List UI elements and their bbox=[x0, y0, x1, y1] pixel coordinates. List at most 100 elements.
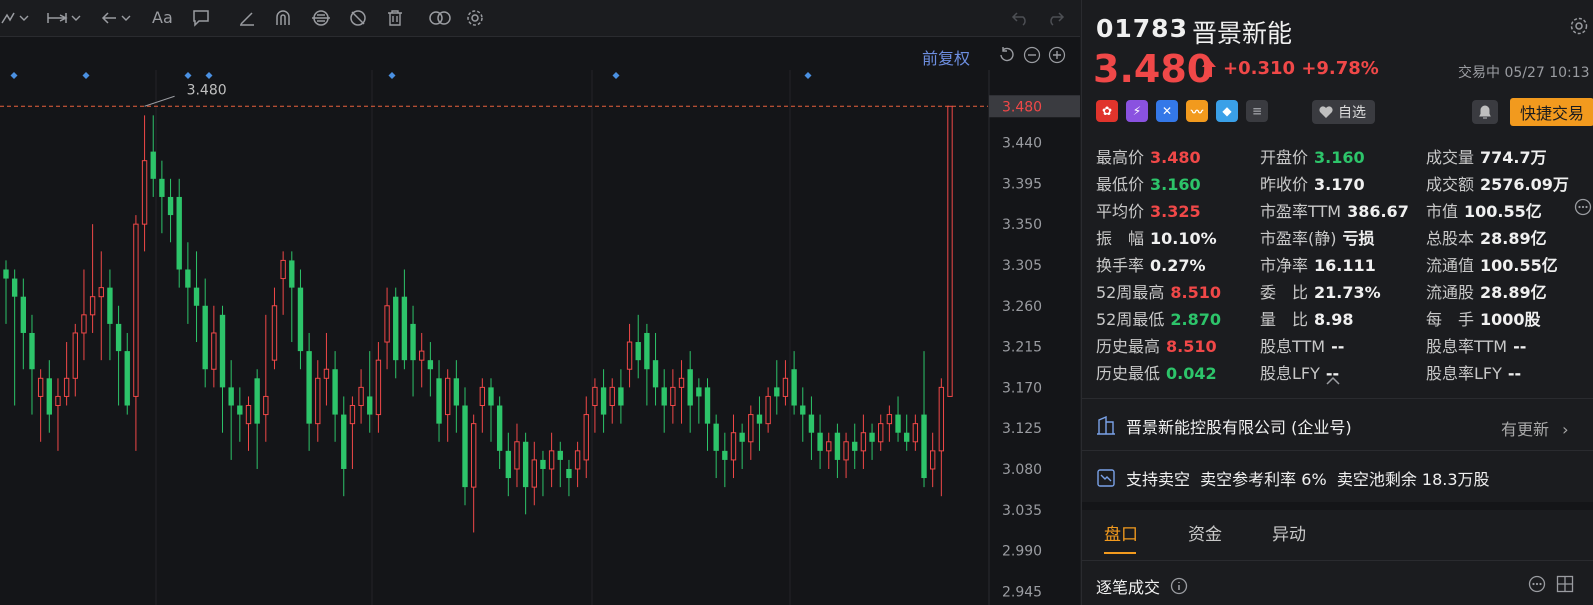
stats-row: 最高价 3.480 开盘价 3.160 成交量 774.7万 bbox=[1096, 144, 1586, 171]
stat-value: 8.510 bbox=[1166, 337, 1217, 356]
y-tick-label: 3.305 bbox=[1002, 258, 1042, 274]
measure-tool-button[interactable] bbox=[46, 8, 81, 28]
chevron-up-icon[interactable] bbox=[1325, 376, 1341, 386]
price-change: +0.310 +9.78% bbox=[1223, 58, 1379, 79]
magnet-tool-button[interactable] bbox=[274, 8, 292, 28]
candle-body bbox=[133, 223, 139, 397]
zoom-in-icon[interactable] bbox=[1048, 46, 1066, 64]
stats-row: 历史最低 0.042 股息LFY -- 股息率LFY -- bbox=[1096, 360, 1586, 387]
reset-icon[interactable] bbox=[998, 46, 1016, 64]
more-icon[interactable] bbox=[1574, 198, 1592, 216]
candle-body bbox=[921, 414, 927, 479]
stat-label: 最低价 bbox=[1096, 175, 1145, 194]
candle-body bbox=[289, 260, 295, 288]
quick-trade-button[interactable]: 快捷交易 bbox=[1510, 98, 1593, 126]
alert-button[interactable] bbox=[1472, 100, 1498, 124]
hide-drawing-button[interactable] bbox=[348, 8, 368, 28]
y-tick-label: 3.125 bbox=[1002, 421, 1042, 437]
candle-body bbox=[271, 305, 278, 361]
stat-value: 3.160 bbox=[1314, 148, 1365, 167]
stat-cell: 市净率 16.111 bbox=[1260, 252, 1376, 276]
candle-body bbox=[315, 377, 321, 425]
y-tick-label: 3.035 bbox=[1002, 503, 1042, 519]
candle-body bbox=[817, 432, 823, 451]
candle-body bbox=[514, 441, 520, 470]
tab-capital[interactable]: 资金 bbox=[1188, 520, 1222, 545]
add-watchlist-button[interactable]: 自选 bbox=[1312, 100, 1375, 124]
stat-value: 16.111 bbox=[1314, 256, 1376, 275]
company-row[interactable]: 晋景新能控股有限公司 (企业号) bbox=[1096, 414, 1352, 438]
stat-cell: 最高价 3.480 bbox=[1096, 144, 1201, 168]
candle-body bbox=[782, 377, 789, 397]
candle-body bbox=[211, 332, 217, 370]
stat-cell: 股息TTM -- bbox=[1260, 333, 1344, 357]
candle-body bbox=[808, 414, 815, 433]
candle-body bbox=[843, 441, 849, 461]
gear-icon[interactable] bbox=[1569, 16, 1589, 36]
quote-panel: 01783 晋景新能 3.480 +0.310 +9.78% 交易中 05/27… bbox=[1081, 0, 1593, 605]
candlestick-chart[interactable]: 3.440 3.395 3.350 3.305 3.260 3.215 3.170 3.125… bbox=[0, 70, 1080, 605]
last-price-label: 3.480 bbox=[1002, 99, 1042, 115]
candle-body bbox=[496, 405, 503, 451]
adjust-mode-button[interactable]: 前复权 bbox=[922, 45, 970, 69]
candle-body bbox=[107, 287, 113, 324]
back-tool-button[interactable] bbox=[100, 8, 131, 28]
stat-label: 股息率TTM bbox=[1426, 337, 1508, 356]
stat-value: 2576.09万 bbox=[1480, 175, 1569, 194]
stat-cell: 成交量 774.7万 bbox=[1426, 144, 1547, 168]
hk-flag-icon[interactable]: ✿ bbox=[1096, 100, 1118, 122]
document-icon[interactable]: ≡ bbox=[1246, 100, 1268, 122]
candle-body bbox=[505, 450, 511, 479]
compare-button[interactable] bbox=[428, 8, 452, 28]
layout-icon[interactable] bbox=[1556, 575, 1574, 593]
stat-label: 开盘价 bbox=[1260, 148, 1309, 167]
candle-body bbox=[548, 450, 555, 470]
update-label: 有更新 bbox=[1501, 420, 1550, 439]
text-tool-button[interactable]: Aa bbox=[152, 8, 173, 28]
stat-cell: 每 手 1000股 bbox=[1426, 306, 1541, 330]
candle-body bbox=[574, 450, 581, 470]
delete-drawing-button[interactable] bbox=[386, 8, 404, 28]
candle-body bbox=[947, 105, 953, 397]
stat-label: 股息率LFY bbox=[1426, 364, 1502, 383]
candle-body bbox=[419, 350, 425, 361]
stat-value: 8.98 bbox=[1314, 310, 1354, 329]
candle-body bbox=[367, 396, 373, 415]
candle-body bbox=[55, 395, 61, 407]
stat-label: 振 幅 bbox=[1096, 229, 1145, 248]
lock-drawing-button[interactable] bbox=[310, 8, 332, 28]
stat-value: 3.170 bbox=[1314, 175, 1365, 194]
short-selling-row[interactable]: 支持卖空 卖空参考利率 6% 卖空池剩余 18.3万股 bbox=[1096, 466, 1490, 490]
undo-button[interactable] bbox=[1010, 8, 1030, 28]
company-update[interactable]: 有更新 › bbox=[1501, 416, 1569, 440]
margin-icon[interactable]: ⚡ bbox=[1126, 100, 1148, 122]
divider bbox=[1082, 502, 1593, 510]
stat-cell: 量 比 8.98 bbox=[1260, 306, 1354, 330]
info-icon[interactable] bbox=[1170, 577, 1188, 595]
tab-alerts[interactable]: 异动 bbox=[1272, 520, 1306, 545]
candle-body bbox=[713, 423, 719, 451]
redo-button[interactable] bbox=[1046, 8, 1066, 28]
candle-body bbox=[393, 296, 399, 361]
stat-value: 100.55亿 bbox=[1480, 256, 1558, 275]
more-icon[interactable] bbox=[1528, 575, 1546, 593]
compare-icon bbox=[429, 11, 451, 25]
stats-row: 最低价 3.160 昨收价 3.170 成交额 2576.09万 bbox=[1096, 171, 1586, 198]
tab-orderbook[interactable]: 盘口 bbox=[1104, 520, 1138, 545]
stat-label: 量 比 bbox=[1260, 310, 1309, 329]
y-tick-label: 3.395 bbox=[1002, 176, 1042, 192]
font-label: Aa bbox=[152, 8, 173, 27]
indicator-tool-button[interactable] bbox=[0, 8, 29, 28]
candle-body bbox=[332, 369, 338, 415]
stat-label: 市净率 bbox=[1260, 256, 1309, 275]
stat-value: 21.73% bbox=[1314, 283, 1381, 302]
connect-icon[interactable]: ✕ bbox=[1156, 100, 1178, 122]
chart-settings-button[interactable] bbox=[466, 8, 484, 28]
zoom-out-icon[interactable] bbox=[1023, 46, 1041, 64]
candle-body bbox=[384, 305, 390, 343]
pen-tool-button[interactable] bbox=[238, 8, 256, 28]
trend-icon[interactable]: 〰 bbox=[1186, 100, 1208, 122]
comment-tool-button[interactable] bbox=[192, 8, 210, 28]
candle-body bbox=[427, 360, 434, 370]
tag-icon[interactable]: ◆ bbox=[1216, 100, 1238, 122]
